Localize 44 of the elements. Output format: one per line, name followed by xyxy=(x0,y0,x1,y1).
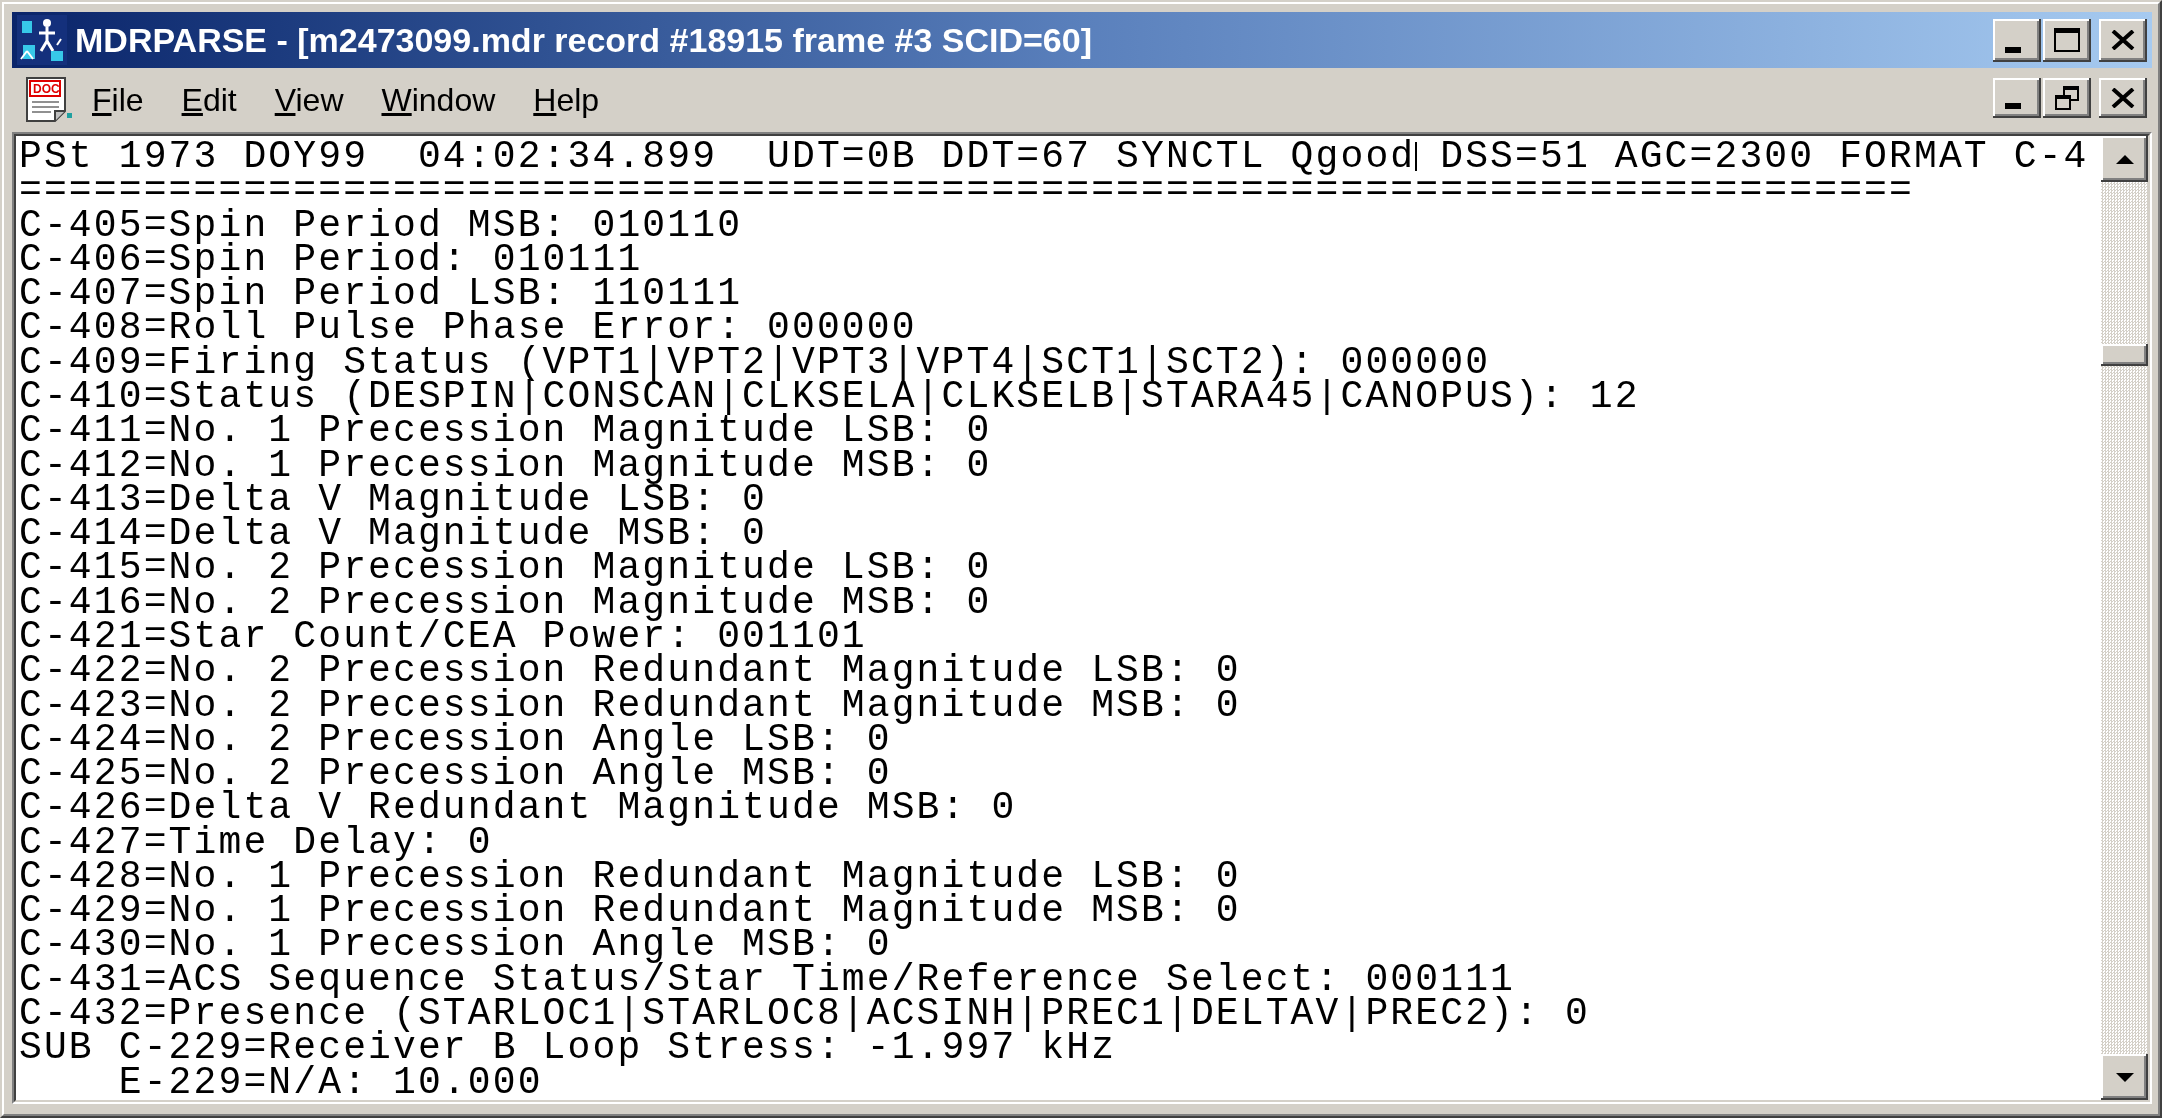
menu-item[interactable]: Window xyxy=(362,79,515,120)
text-line: C-427=Time Delay: 0 xyxy=(19,825,493,860)
text-line: ============================================================================ xyxy=(19,174,1914,209)
text-line: SUB C-229=Receiver B Loop Stress: -1.997 kHz xyxy=(19,1031,1117,1066)
text-line: C-412=No. 1 Precession Magnitude MSB: 0 xyxy=(19,448,992,483)
scrollbar-track[interactable] xyxy=(2101,136,2148,1100)
maximize-button[interactable] xyxy=(2043,18,2091,62)
scroll-thumb[interactable] xyxy=(2101,344,2148,366)
text-line: C-423=No. 2 Precession Redundant Magnitude MSB: 0 xyxy=(19,688,1241,723)
text-line: C-405=Spin Period MSB: 010110 xyxy=(19,208,743,243)
text-pane[interactable] xyxy=(12,132,2152,1104)
minimize-icon xyxy=(2005,103,2021,109)
minimize-button[interactable] xyxy=(1993,78,2041,118)
header-text: DSS=51 AGC=2300 FORMAT C-4 xyxy=(1440,140,2089,175)
scroll-down-button[interactable] xyxy=(2101,1054,2148,1100)
text-line: C-430=No. 1 Precession Angle MSB: 0 xyxy=(19,928,892,963)
text-line: C-411=No. 1 Precession Magnitude LSB: 0 xyxy=(19,414,992,449)
menu-item[interactable]: Edit xyxy=(162,79,256,120)
maximize-icon xyxy=(2054,28,2080,52)
minimize-icon xyxy=(2005,46,2021,53)
text-cursor xyxy=(1415,142,1418,171)
down-arrow-icon xyxy=(2115,1072,2134,1082)
window-title: MDRPARSE - [m2473099.mdr record #18915 frame #3 SCID=60] xyxy=(75,20,1092,60)
restore-icon xyxy=(2055,86,2079,110)
text-line: C-415=No. 2 Precession Magnitude LSB: 0 xyxy=(19,551,992,586)
restore-button[interactable] xyxy=(2043,78,2091,118)
close-button[interactable] xyxy=(2099,18,2147,62)
text-line: C-408=Roll Pulse Phase Error: 000000 xyxy=(19,311,917,346)
text-line: E-229=N/A: 10.000 xyxy=(117,1065,543,1100)
text-line: C-416=No. 2 Precession Magnitude MSB: 0 xyxy=(19,585,992,620)
app-icon xyxy=(17,15,67,65)
scroll-up-button[interactable] xyxy=(2101,136,2148,182)
close-icon xyxy=(2111,88,2135,108)
text-line: C-409=Firing Status (VPT1|VPT2|VPT3|VPT4|SCT1|SCT2): 000000 xyxy=(19,345,1491,380)
text-line: C-426=Delta V Redundant Magnitude MSB: 0 xyxy=(19,791,1017,826)
close-icon xyxy=(2111,30,2135,50)
menu-item[interactable]: File xyxy=(73,79,163,120)
minimize-button[interactable] xyxy=(1993,18,2041,62)
close-button[interactable] xyxy=(2099,78,2147,118)
up-arrow-icon xyxy=(2115,154,2134,164)
text-line: C-422=No. 2 Precession Redundant Magnitude LSB: 0 xyxy=(19,654,1241,689)
header-text: PSt 1973 DOY99 04:02:34.899 UDT=0B DDT=67 SYNCTL Qgood xyxy=(19,140,1416,175)
menu-item[interactable]: Help xyxy=(514,79,619,120)
menu-item[interactable]: View xyxy=(255,79,363,120)
